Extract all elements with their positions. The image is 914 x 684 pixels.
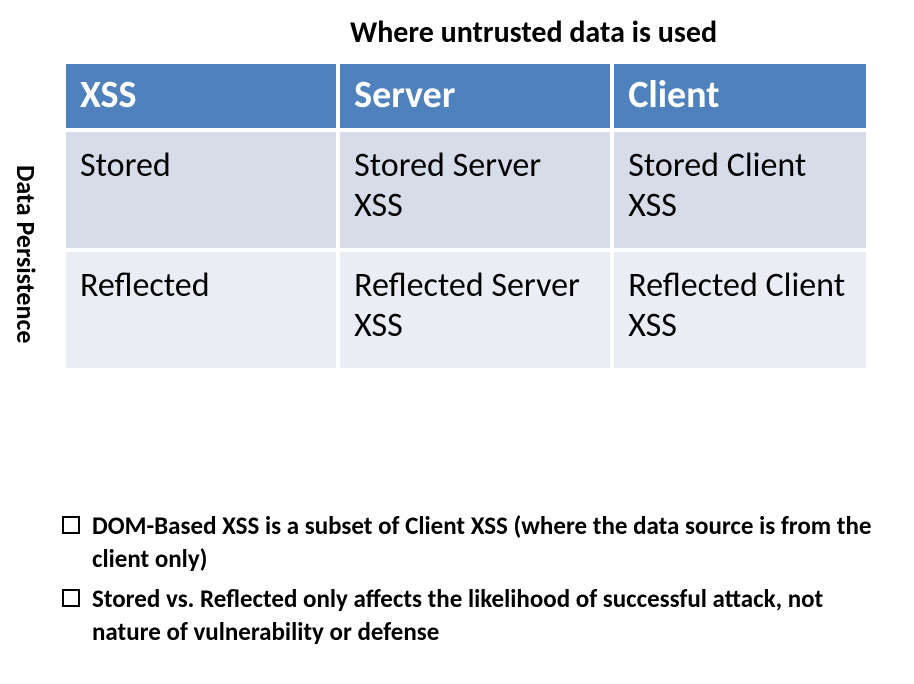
cell-reflected-client: Reflected Client XSS [614, 252, 866, 368]
empty-checkbox-icon [62, 516, 80, 534]
table-row: Stored Stored Server XSS Stored Client X… [66, 132, 866, 248]
col-header-client: Client [614, 64, 866, 128]
col-header-server: Server [340, 64, 610, 128]
table-row: Reflected Reflected Server XSS Reflected… [66, 252, 866, 368]
cell-reflected-label: Reflected [66, 252, 336, 368]
cell-stored-server: Stored Server XSS [340, 132, 610, 248]
side-axis-label: Data Persistence [10, 165, 42, 343]
empty-checkbox-icon [62, 589, 80, 607]
xss-matrix: XSS Server Client Stored Stored Server X… [62, 60, 870, 372]
bullet-list: DOM-Based XSS is a subset of Client XSS … [62, 510, 884, 656]
top-axis-label: Where untrusted data is used [350, 14, 717, 51]
xss-table: XSS Server Client Stored Stored Server X… [62, 60, 870, 372]
list-item: DOM-Based XSS is a subset of Client XSS … [62, 510, 884, 575]
bullet-text: Stored vs. Reflected only affects the li… [92, 583, 884, 648]
col-header-xss: XSS [66, 64, 336, 128]
cell-reflected-server: Reflected Server XSS [340, 252, 610, 368]
cell-stored-label: Stored [66, 132, 336, 248]
table-header-row: XSS Server Client [66, 64, 866, 128]
cell-stored-client: Stored Client XSS [614, 132, 866, 248]
bullet-text: DOM-Based XSS is a subset of Client XSS … [92, 510, 884, 575]
list-item: Stored vs. Reflected only affects the li… [62, 583, 884, 648]
